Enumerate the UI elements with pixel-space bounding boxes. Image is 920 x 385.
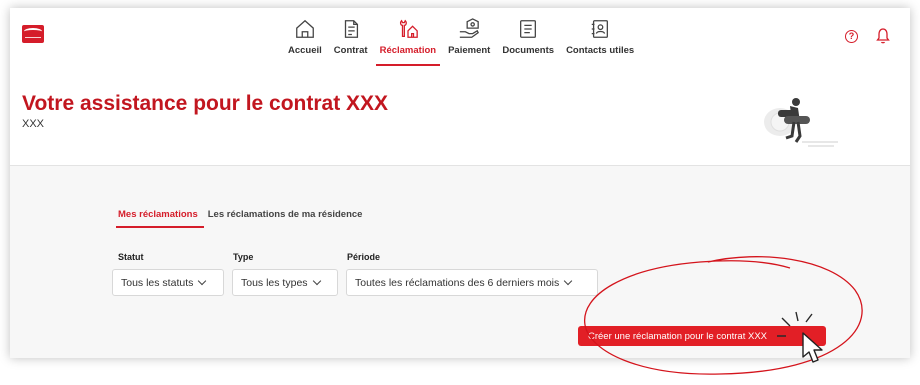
nav-item-contacts-utiles[interactable]: Contacts utiles — [560, 16, 640, 70]
contract-icon — [344, 20, 358, 38]
claims-tabs: Mes réclamations Les réclamations de ma … — [116, 209, 372, 228]
assistance-illustration — [764, 98, 838, 147]
nav-label: Contacts utiles — [566, 45, 635, 56]
nav-item-paiement[interactable]: Paiement — [442, 16, 496, 70]
nav-item-contrat[interactable]: Contrat — [328, 16, 374, 70]
period-select-value: Toutes les réclamations des 6 derniers m… — [355, 276, 560, 289]
help-icon[interactable]: ? — [845, 30, 858, 43]
main-nav: Accueil Contrat Réclamation Paiement Doc… — [282, 16, 640, 70]
mouse-pointer-icon — [802, 332, 823, 363]
period-filter-label: Période — [347, 252, 381, 262]
bell-icon[interactable] — [876, 28, 890, 44]
screenshot-stage: Accueil Contrat Réclamation Paiement Doc… — [0, 0, 920, 385]
app-window: Accueil Contrat Réclamation Paiement Doc… — [10, 8, 910, 358]
home-icon — [295, 19, 314, 38]
create-claim-button[interactable]: Créer une réclamation pour le contrat XX… — [578, 326, 826, 346]
type-filter-label: Type — [233, 252, 254, 262]
status-select-value: Tous les statuts — [121, 276, 194, 289]
nav-label: Documents — [502, 45, 555, 56]
nav-item-accueil[interactable]: Accueil — [282, 16, 328, 70]
wrench-house-icon — [399, 19, 418, 38]
page-title: Votre assistance pour le contrat XXX — [22, 92, 389, 115]
chevron-down-icon — [198, 276, 207, 286]
tab-mes-reclamations[interactable]: Mes réclamations — [116, 209, 204, 228]
brand-logo[interactable] — [22, 25, 44, 43]
type-select[interactable]: Tous les types — [232, 269, 338, 296]
payment-icon — [460, 18, 480, 38]
nav-label: Accueil — [288, 45, 322, 56]
top-navigation-bar: Accueil Contrat Réclamation Paiement Doc… — [10, 8, 910, 70]
chevron-down-icon — [312, 276, 321, 286]
nav-label: Réclamation — [379, 45, 437, 56]
page-header: Votre assistance pour le contrat XXX XXX — [10, 70, 910, 166]
tab-reclamations-residence[interactable]: Les réclamations de ma résidence — [208, 209, 363, 228]
contract-number: XXX — [22, 118, 45, 130]
status-select[interactable]: Tous les statuts — [112, 269, 224, 296]
chevron-down-icon — [564, 276, 573, 286]
document-icon — [520, 20, 537, 38]
nav-item-documents[interactable]: Documents — [496, 16, 560, 70]
contacts-icon — [591, 20, 609, 38]
period-select[interactable]: Toutes les réclamations des 6 derniers m… — [346, 269, 598, 296]
status-filter-label: Statut — [118, 252, 144, 262]
nav-item-reclamation[interactable]: Réclamation — [374, 16, 443, 70]
nav-label: Paiement — [448, 45, 491, 56]
claims-section: Mes réclamations Les réclamations de ma … — [10, 166, 910, 358]
nav-label: Contrat — [333, 45, 368, 56]
type-select-value: Tous les types — [241, 276, 308, 289]
